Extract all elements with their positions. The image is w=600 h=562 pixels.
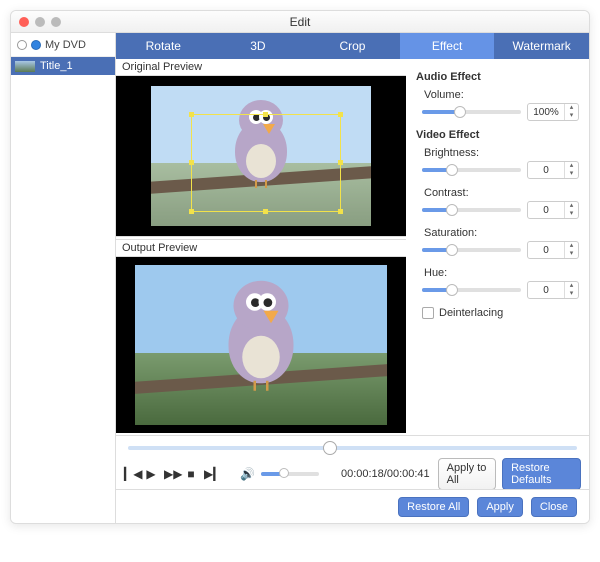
step-up-icon[interactable]: ▴ xyxy=(565,242,578,250)
video-effect-header: Video Effect xyxy=(416,129,579,141)
hue-stepper[interactable]: 0▴▾ xyxy=(527,281,579,299)
prev-frame-icon[interactable]: ▎◀ xyxy=(124,467,138,481)
step-down-icon[interactable]: ▾ xyxy=(565,170,578,178)
tab-bar: Rotate 3D Crop Effect Watermark xyxy=(116,33,589,59)
thumbnail-icon xyxy=(15,61,35,72)
saturation-slider[interactable] xyxy=(422,248,521,252)
contrast-stepper[interactable]: 0▴▾ xyxy=(527,201,579,219)
window-zoom-icon[interactable] xyxy=(51,17,61,27)
restore-defaults-button[interactable]: Restore Defaults xyxy=(502,458,581,490)
apply-to-all-button[interactable]: Apply to All xyxy=(438,458,496,490)
traffic-lights xyxy=(11,17,61,27)
checkbox-icon xyxy=(422,307,434,319)
titlebar: Edit xyxy=(11,11,589,33)
volume-slider[interactable] xyxy=(422,110,521,114)
volume-stepper[interactable]: 100%▴▾ xyxy=(527,103,579,121)
player-controls: ▎◀ ▶ ▶▶ ■ ▶▎ 🔊 00:00:18/00:00:41 Apply t… xyxy=(124,458,581,490)
window-title: Edit xyxy=(11,15,589,29)
saturation-label: Saturation: xyxy=(416,227,478,239)
restore-all-button[interactable]: Restore All xyxy=(398,497,469,517)
tab-rotate[interactable]: Rotate xyxy=(116,33,211,59)
brightness-slider[interactable] xyxy=(422,168,521,172)
hue-slider[interactable] xyxy=(422,288,521,292)
window-minimize-icon[interactable] xyxy=(35,17,45,27)
volume-icon[interactable]: 🔊 xyxy=(240,467,255,481)
footer: Restore All Apply Close xyxy=(116,489,589,523)
apply-button[interactable]: Apply xyxy=(477,497,523,517)
window-body: My DVD Title_1 Rotate 3D Crop Effect Wat… xyxy=(11,33,589,523)
brightness-stepper[interactable]: 0▴▾ xyxy=(527,161,579,179)
contrast-slider[interactable] xyxy=(422,208,521,212)
dvd-label: My DVD xyxy=(45,39,86,51)
window-close-icon[interactable] xyxy=(19,17,29,27)
stop-icon[interactable]: ■ xyxy=(184,467,198,481)
step-up-icon[interactable]: ▴ xyxy=(565,282,578,290)
time-display: 00:00:18/00:00:41 xyxy=(341,468,430,480)
step-up-icon[interactable]: ▴ xyxy=(565,162,578,170)
contrast-label: Contrast: xyxy=(416,187,478,199)
timeline-slider[interactable] xyxy=(128,446,577,450)
next-frame-icon[interactable]: ▶▎ xyxy=(204,467,218,481)
audio-effect-header: Audio Effect xyxy=(416,71,579,83)
player-bar: ▎◀ ▶ ▶▶ ■ ▶▎ 🔊 00:00:18/00:00:41 Apply t… xyxy=(116,435,589,489)
deinterlacing-label: Deinterlacing xyxy=(439,307,503,319)
step-down-icon[interactable]: ▾ xyxy=(565,250,578,258)
radio-on-icon[interactable] xyxy=(31,40,41,50)
fast-forward-icon[interactable]: ▶▶ xyxy=(164,467,178,481)
saturation-stepper[interactable]: 0▴▾ xyxy=(527,241,579,259)
tab-watermark[interactable]: Watermark xyxy=(494,33,589,59)
timeline-knob[interactable] xyxy=(323,441,337,455)
step-up-icon[interactable]: ▴ xyxy=(565,202,578,210)
close-button[interactable]: Close xyxy=(531,497,577,517)
preview-column: Original Preview Output Preview xyxy=(116,59,406,435)
deinterlacing-checkbox[interactable]: Deinterlacing xyxy=(416,307,579,319)
step-up-icon[interactable]: ▴ xyxy=(565,104,578,112)
main-panel: Rotate 3D Crop Effect Watermark Original… xyxy=(116,33,589,523)
player-volume-slider[interactable] xyxy=(261,472,319,476)
crop-rectangle[interactable] xyxy=(191,114,341,212)
hue-label: Hue: xyxy=(416,267,478,279)
step-down-icon[interactable]: ▾ xyxy=(565,210,578,218)
sidebar-item-title1[interactable]: Title_1 xyxy=(11,57,115,75)
radio-off-icon[interactable] xyxy=(17,40,27,50)
output-frame xyxy=(135,265,387,425)
volume-label: Volume: xyxy=(416,89,478,101)
original-preview xyxy=(116,76,406,236)
output-preview-label: Output Preview xyxy=(116,240,406,257)
step-down-icon[interactable]: ▾ xyxy=(565,112,578,120)
sidebar-header: My DVD xyxy=(11,33,115,57)
effects-panel: Audio Effect Volume: 100%▴▾ Video Effect… xyxy=(406,59,589,435)
tab-effect[interactable]: Effect xyxy=(400,33,495,59)
tab-crop[interactable]: Crop xyxy=(305,33,400,59)
sidebar: My DVD Title_1 xyxy=(11,33,116,523)
original-frame xyxy=(151,86,371,226)
step-down-icon[interactable]: ▾ xyxy=(565,290,578,298)
sidebar-item-label: Title_1 xyxy=(40,60,73,72)
content-area: Original Preview Output Preview xyxy=(116,59,589,435)
output-preview xyxy=(116,257,406,433)
edit-window: Edit My DVD Title_1 Rotate 3D Crop Effec… xyxy=(10,10,590,524)
play-icon[interactable]: ▶ xyxy=(144,467,158,481)
tab-3d[interactable]: 3D xyxy=(211,33,306,59)
original-preview-label: Original Preview xyxy=(116,59,406,76)
volume-row: Volume: xyxy=(416,89,579,101)
brightness-label: Brightness: xyxy=(416,147,478,159)
